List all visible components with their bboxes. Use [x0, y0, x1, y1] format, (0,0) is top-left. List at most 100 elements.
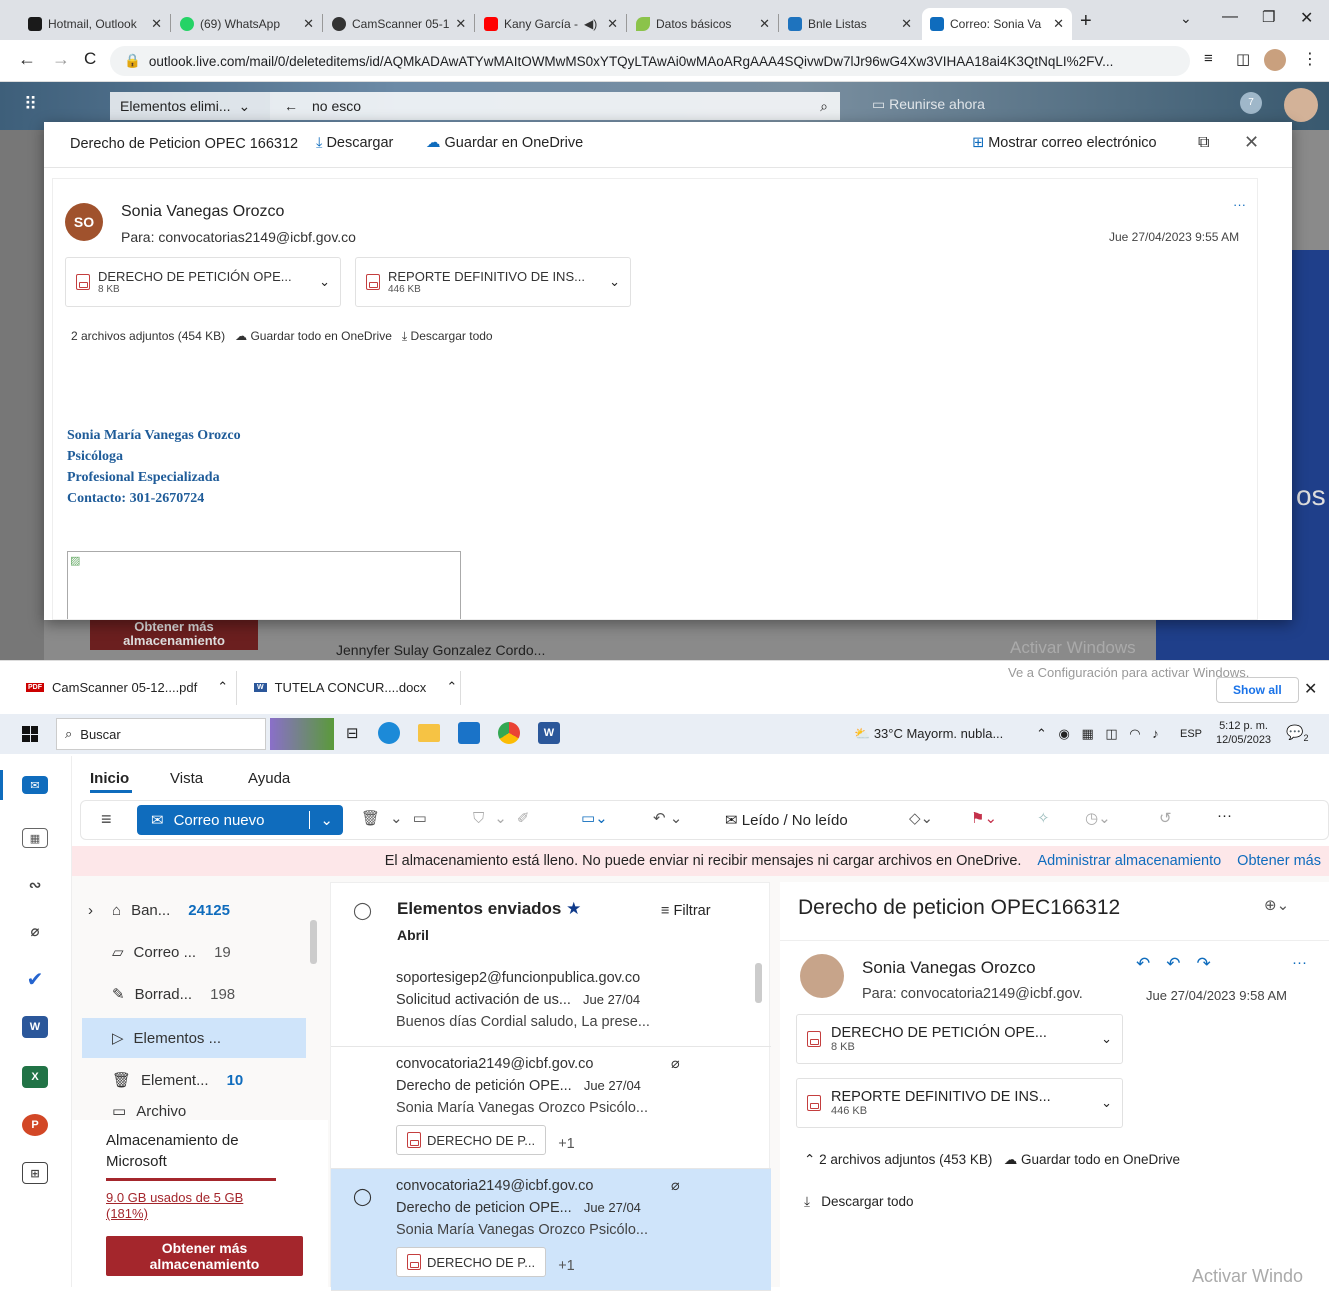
side-panel-icon[interactable]: ◫ — [1236, 50, 1250, 68]
forward-icon[interactable]: → — [52, 49, 70, 70]
chevron-down-icon[interactable]: ⌄ — [609, 274, 620, 290]
notifications-badge[interactable]: 7 — [1240, 92, 1262, 114]
tab-search-icon[interactable]: ⌄ — [1180, 10, 1192, 27]
attachment-2[interactable]: REPORTE DEFINITIVO DE INS... 446 KB ⌄ — [796, 1078, 1123, 1128]
list-item-selected[interactable]: ◯ convocatoria2149@icbf.gov.co ⌀ Derecho … — [331, 1169, 771, 1291]
folder-deleted[interactable]: 🗑 Element... 10 — [82, 1060, 306, 1100]
close-icon[interactable]: ✕ — [901, 16, 912, 32]
show-mail-button[interactable]: ⊞ Mostrar correo electrónico — [972, 135, 1157, 151]
select-checkbox[interactable]: ◯ — [353, 1187, 372, 1207]
meet-now-button[interactable]: ▭ Reunirse ahora — [872, 96, 985, 113]
search-icon[interactable]: ⌕ — [820, 98, 828, 115]
lavender-widget[interactable] — [270, 718, 334, 750]
word-icon[interactable]: W — [22, 1016, 48, 1038]
download-button[interactable]: ⤓ Descargar — [316, 135, 393, 151]
more-apps-icon[interactable]: ⊞ — [22, 1162, 48, 1184]
taskbar-search[interactable]: ⌕ Buscar — [56, 718, 266, 750]
new-tab-button[interactable]: + — [1080, 10, 1092, 33]
close-icon[interactable]: ✕ — [455, 16, 466, 32]
tab-ayuda[interactable]: Ayuda — [248, 770, 290, 787]
read-unread-button[interactable]: ✉ Leído / No leído — [725, 811, 848, 829]
move-folder-icon[interactable]: ▭⌄ — [581, 809, 608, 827]
close-icon[interactable]: ✕ — [607, 16, 618, 32]
new-mail-button[interactable]: ✉ Correo nuevo ⌄ — [137, 805, 343, 835]
storage-used-link[interactable]: 9.0 GB usados de 5 GB (181%) — [106, 1190, 276, 1222]
notification-icon[interactable]: 💬2 — [1286, 724, 1308, 743]
get-more-link[interactable]: Obtener más — [1237, 853, 1321, 869]
get-storage-button[interactable]: Obtener más almacenamiento — [106, 1236, 303, 1276]
reload-icon[interactable]: C — [84, 49, 96, 69]
filter-button[interactable]: ≡ Filtrar — [661, 903, 711, 919]
calendar-icon[interactable]: ▦ — [22, 828, 48, 848]
tab-datos[interactable]: Datos básicos ✕ — [628, 8, 778, 40]
save-onedrive-button[interactable]: ☁ Guardar en OneDrive — [426, 135, 583, 151]
hamburger-icon[interactable]: ≡ — [101, 809, 112, 830]
save-all-onedrive[interactable]: ☁ Guardar todo en OneDrive — [235, 329, 392, 343]
chevron-down-icon[interactable]: ⌄ — [319, 274, 330, 290]
collapse-icon[interactable]: ⌃ — [804, 1152, 815, 1167]
word-icon[interactable]: W — [538, 722, 560, 744]
download-item-pdf[interactable]: PDF CamScanner 05-12....pdf ⌃ — [26, 679, 228, 695]
chevron-right-icon[interactable]: › — [88, 902, 93, 919]
language-indicator[interactable]: ESP — [1180, 728, 1202, 740]
attachment-1[interactable]: DERECHO DE PETICIÓN OPE... 8 KB ⌄ — [796, 1014, 1123, 1064]
sender-name[interactable]: Sonia Vanegas Orozco — [121, 203, 284, 221]
reply-icon[interactable]: ↶ ⌄ — [653, 809, 682, 827]
save-all-onedrive[interactable]: ☁ Guardar todo en OneDrive — [1004, 1152, 1180, 1167]
back-arrow-icon[interactable]: ← — [284, 98, 298, 114]
popout-icon[interactable]: ⧉ — [1198, 134, 1209, 152]
windows-start-icon[interactable] — [22, 726, 38, 742]
file-explorer-icon[interactable] — [418, 724, 440, 742]
tab-vista[interactable]: Vista — [170, 770, 203, 787]
tab-inicio[interactable]: Inicio — [90, 770, 129, 787]
list-item[interactable]: soportesigep2@funcionpublica.gov.co Soli… — [331, 961, 771, 1047]
url-field[interactable]: 🔒 outlook.live.com/mail/0/deleteditems/id… — [110, 46, 1190, 76]
mail-app-icon[interactable] — [458, 722, 480, 744]
tag-icon[interactable]: ◇⌄ — [909, 809, 933, 827]
minimize-icon[interactable]: — — [1222, 8, 1238, 26]
folder-drafts[interactable]: ✎ Borrad... 198 — [82, 974, 306, 1014]
weather-widget[interactable]: ⛅ 33°C Mayorm. nubla... — [854, 726, 1003, 742]
profile-avatar[interactable] — [1264, 49, 1286, 71]
attachment-chip[interactable]: DERECHO DE P... — [396, 1247, 547, 1277]
show-all-button[interactable]: Show all — [1216, 677, 1299, 703]
tray-icons[interactable]: ⌃ ◉ ▦ ◫ ◠ ♪ — [1036, 726, 1163, 742]
reading-list-icon[interactable]: ≡ — [1204, 50, 1213, 67]
user-avatar[interactable] — [1284, 88, 1318, 122]
close-downloads-icon[interactable]: ✕ — [1304, 679, 1317, 699]
todo-icon[interactable]: ✔ — [22, 968, 48, 991]
powerpoint-icon[interactable]: P — [22, 1114, 48, 1136]
attachment-chip[interactable]: DERECHO DE P... — [396, 1125, 547, 1155]
manage-storage-link[interactable]: Administrar almacenamiento — [1037, 853, 1221, 869]
close-icon[interactable]: ✕ — [1244, 132, 1259, 153]
close-window-icon[interactable]: ✕ — [1300, 8, 1313, 28]
edge-icon[interactable] — [378, 722, 400, 744]
chevron-down-icon[interactable]: ⌄ — [309, 811, 343, 829]
app-launcher-icon[interactable]: ⠿ — [24, 94, 37, 115]
chevron-up-icon[interactable]: ⌃ — [217, 679, 228, 695]
folder-scrollbar[interactable] — [310, 920, 317, 964]
select-all-checkbox[interactable]: ◯ — [353, 901, 372, 921]
attachment-1[interactable]: DERECHO DE PETICIÓN OPE... 8 KB ⌄ — [65, 257, 341, 307]
tab-bnle[interactable]: Bnle Listas ✕ — [780, 8, 920, 40]
reply-actions[interactable]: ↶↶↷ — [1136, 954, 1227, 974]
tab-correo[interactable]: Correo: Sonia Va ✕ — [922, 8, 1072, 40]
chevron-down-icon[interactable]: ⌄ — [1101, 1095, 1112, 1111]
close-icon[interactable]: ✕ — [303, 16, 314, 32]
delete-archive-icons[interactable]: 🗑⌄▭ — [361, 809, 437, 827]
tab-camscanner[interactable]: CamScanner 05-1 ✕ — [324, 8, 474, 40]
close-icon[interactable]: ✕ — [1053, 16, 1064, 32]
close-icon[interactable]: ✕ — [759, 16, 770, 32]
tab-hotmail[interactable]: Hotmail, Outlook ✕ — [20, 8, 170, 40]
flag-icon[interactable]: ⚑⌄ — [971, 809, 997, 827]
more-actions-icon[interactable]: ··· — [1233, 197, 1246, 212]
download-all[interactable]: ⤓ Descargar todo — [402, 329, 493, 343]
close-icon[interactable]: ✕ — [151, 16, 162, 32]
chrome-icon[interactable] — [498, 722, 520, 744]
attachment-icon[interactable]: ⌀ — [22, 920, 48, 942]
folder-junk[interactable]: ▱ Correo ... 19 — [82, 932, 306, 972]
zoom-icon[interactable]: ⊕⌄ — [1264, 896, 1289, 914]
task-view-icon[interactable]: ⊟ — [346, 724, 359, 742]
more-actions-icon[interactable]: ··· — [1292, 954, 1307, 971]
search-scope-dropdown[interactable]: Elementos elimi... ⌄ — [110, 92, 270, 120]
